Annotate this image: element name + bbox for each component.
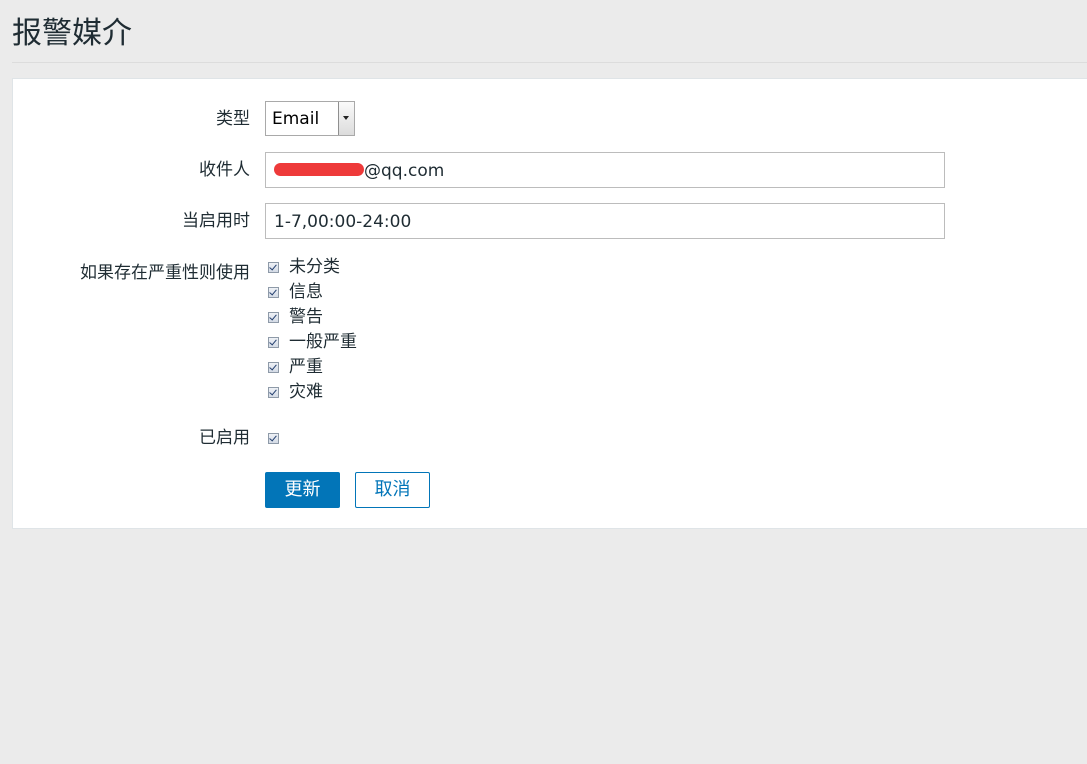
severity-checkbox-warning[interactable] <box>268 312 279 323</box>
when-active-label: 当启用时 <box>182 211 250 231</box>
media-form: 类型 Email 收件人 @qq.com 当启用时 1-7,00:00-24:0… <box>12 78 1087 529</box>
severity-label: 如果存在严重性则使用 <box>80 263 250 283</box>
when-active-value: 1-7,00:00-24:00 <box>274 212 412 232</box>
when-active-input[interactable]: 1-7,00:00-24:00 <box>265 203 945 239</box>
cancel-button[interactable]: 取消 <box>355 472 430 508</box>
severity-checkbox-information[interactable] <box>268 287 279 298</box>
update-button[interactable]: 更新 <box>265 472 340 508</box>
severity-option-label: 信息 <box>289 282 323 302</box>
recipient-label: 收件人 <box>199 160 250 180</box>
recipient-value-suffix: @qq.com <box>364 161 445 181</box>
recipient-input[interactable]: @qq.com <box>265 152 945 188</box>
type-label: 类型 <box>216 109 250 129</box>
severity-option-label: 警告 <box>289 307 323 327</box>
enabled-label: 已启用 <box>199 428 250 448</box>
enabled-checkbox[interactable] <box>268 433 279 444</box>
recipient-value: @qq.com <box>274 161 444 181</box>
chevron-down-icon[interactable] <box>338 102 354 135</box>
severity-option-label: 一般严重 <box>289 332 357 352</box>
severity-checkbox-disaster[interactable] <box>268 387 279 398</box>
type-select-value: Email <box>272 109 320 129</box>
severity-checkbox-not-classified[interactable] <box>268 262 279 273</box>
severity-option-label: 严重 <box>289 357 323 377</box>
page-header: 报警媒介 <box>12 0 1087 63</box>
severity-checkbox-high[interactable] <box>268 362 279 373</box>
redaction-mark <box>274 162 364 176</box>
severity-option-label: 灾难 <box>289 382 323 402</box>
type-select[interactable]: Email <box>265 101 355 136</box>
severity-checkbox-average[interactable] <box>268 337 279 348</box>
severity-option-label: 未分类 <box>289 257 340 277</box>
page-title: 报警媒介 <box>12 16 132 51</box>
